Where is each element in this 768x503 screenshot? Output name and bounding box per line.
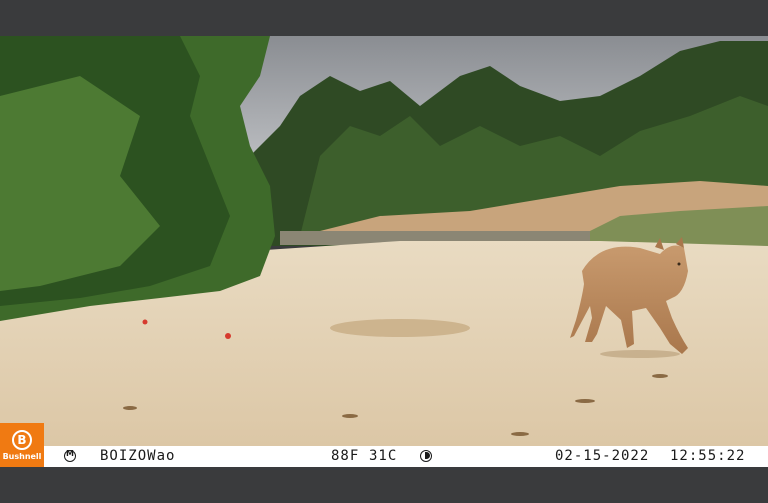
top-letterbox [0, 0, 768, 36]
trail-camera-photo [0, 36, 768, 446]
moon-phase-icon [420, 450, 432, 462]
moon-mode-icon [64, 449, 76, 462]
brand-name: Bushnell [2, 451, 42, 461]
bushnell-b-icon: B [12, 429, 32, 450]
bottom-letterbox [0, 467, 768, 503]
temperature-c: 31C [369, 448, 398, 464]
camera-name: BOIZOWao [100, 448, 176, 464]
temperature-f: 88F [331, 448, 360, 464]
time-stamp: 12:55:22 [670, 448, 746, 464]
bushnell-logo: B Bushnell [0, 423, 44, 467]
date-stamp: 02-15-2022 [555, 448, 650, 464]
